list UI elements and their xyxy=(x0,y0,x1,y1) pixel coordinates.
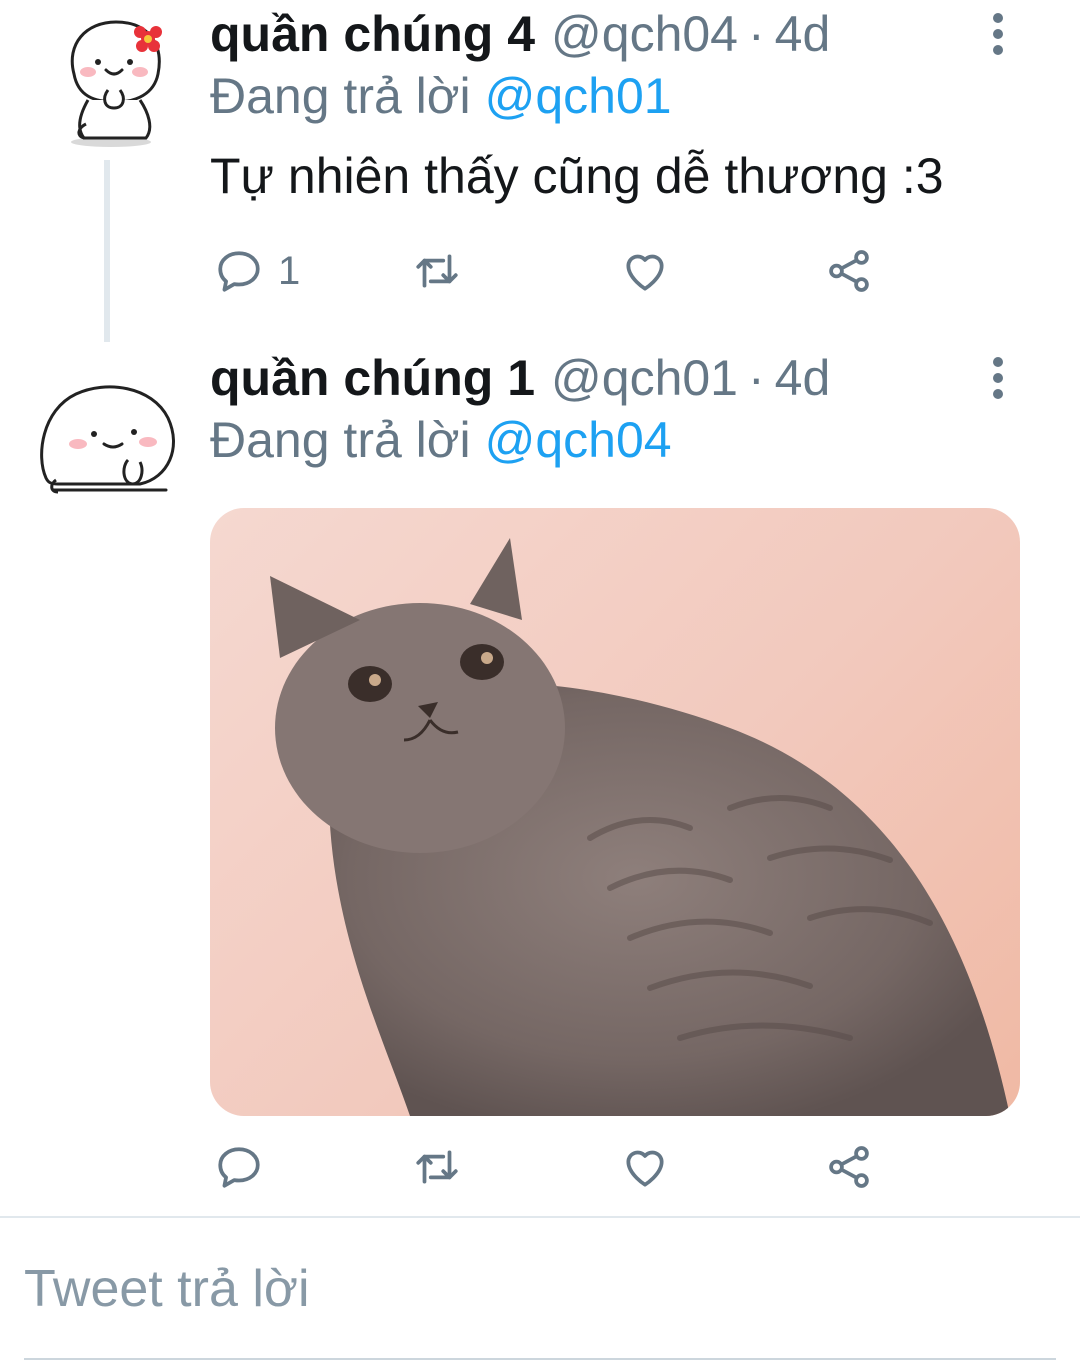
share-icon xyxy=(829,250,869,292)
avatar[interactable] xyxy=(36,360,186,510)
thread-connector xyxy=(104,160,110,342)
user-handle[interactable]: @qch01 xyxy=(551,348,738,408)
tweet-actions xyxy=(210,1132,930,1202)
reply-button[interactable] xyxy=(214,1132,264,1202)
avatar[interactable] xyxy=(36,4,186,154)
retweet-icon xyxy=(416,1150,458,1184)
bunny-sticker-with-flower-icon xyxy=(70,20,162,147)
like-button[interactable] xyxy=(620,1132,670,1202)
like-button[interactable] xyxy=(620,236,670,306)
tweet-qch01[interactable]: quần chúng 1 @qch01 · 4d Đang trả lời @q… xyxy=(0,340,1080,1216)
reply-count: 1 xyxy=(278,248,301,293)
retweet-button[interactable] xyxy=(412,1132,462,1202)
photo-of-grey-cat[interactable] xyxy=(210,508,1020,1116)
display-name[interactable]: quần chúng 4 xyxy=(210,4,535,64)
tweet-qch04[interactable]: quần chúng 4 @qch04 · 4d Đang trả lời @q… xyxy=(0,0,1080,342)
reply-icon xyxy=(218,251,260,292)
separator-dot: · xyxy=(748,6,765,62)
replying-to-label: Đang trả lời xyxy=(210,68,471,124)
replying-to: Đang trả lời @qch04 xyxy=(210,410,672,470)
bunny-sticker-thinking-icon xyxy=(40,385,175,494)
more-options-icon[interactable] xyxy=(980,4,1016,64)
cat-photo-image xyxy=(270,538,1010,1116)
reply-composer xyxy=(0,1218,1080,1362)
timestamp[interactable]: 4d xyxy=(775,348,831,408)
mention-link[interactable]: @qch01 xyxy=(485,68,672,124)
more-options-icon[interactable] xyxy=(980,348,1016,408)
tweet-header: quần chúng 4 @qch04 · 4d xyxy=(210,4,830,64)
share-button[interactable] xyxy=(824,1132,874,1202)
reply-input[interactable] xyxy=(24,1254,1054,1324)
share-button[interactable] xyxy=(824,236,874,306)
retweet-button[interactable] xyxy=(412,236,462,306)
input-underline xyxy=(24,1358,1056,1360)
heart-icon xyxy=(626,254,664,291)
separator-dot: · xyxy=(748,350,765,406)
display-name[interactable]: quần chúng 1 xyxy=(210,348,535,408)
reply-icon xyxy=(218,1147,260,1188)
timestamp[interactable]: 4d xyxy=(775,4,831,64)
tweet-text: Tự nhiên thấy cũng dễ thương :3 xyxy=(210,148,944,204)
user-handle[interactable]: @qch04 xyxy=(551,4,738,64)
share-icon xyxy=(829,1146,869,1188)
reply-button[interactable]: 1 xyxy=(214,236,300,306)
retweet-icon xyxy=(416,254,458,288)
replying-to-label: Đang trả lời xyxy=(210,412,471,468)
heart-icon xyxy=(626,1150,664,1187)
tweet-header: quần chúng 1 @qch01 · 4d xyxy=(210,348,830,408)
replying-to: Đang trả lời @qch01 xyxy=(210,66,672,126)
mention-link[interactable]: @qch04 xyxy=(485,412,672,468)
tweet-actions: 1 xyxy=(210,236,930,306)
